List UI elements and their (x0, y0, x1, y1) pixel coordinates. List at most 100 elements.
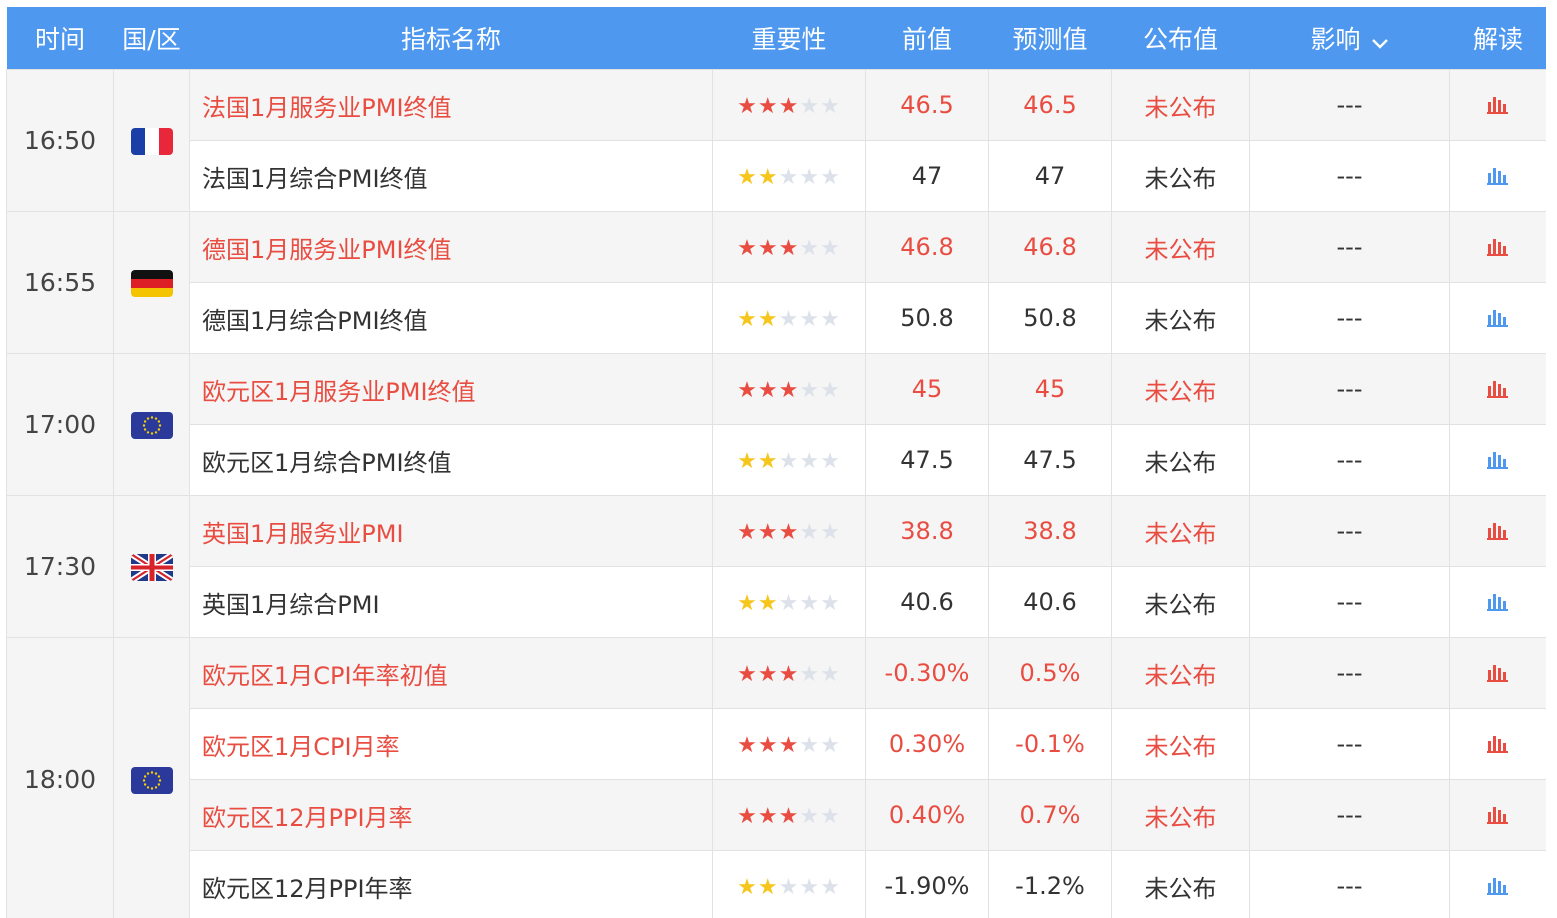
star-icon: ★ (737, 307, 758, 332)
importance-stars: ★★★★★ (712, 140, 866, 212)
interpretation-cell[interactable] (1449, 566, 1546, 638)
header-impact-dropdown[interactable]: 影响 (1249, 7, 1450, 70)
eu-flag-icon (130, 411, 173, 439)
previous-value: 0.40% (865, 779, 989, 851)
forecast-value: -1.2% (988, 850, 1112, 918)
bar-chart-icon[interactable] (1487, 163, 1509, 191)
actual-value: 未公布 (1111, 850, 1250, 918)
indicator-name[interactable]: 欧元区1月综合PMI终值 (189, 424, 713, 496)
interpretation-cell[interactable] (1449, 495, 1546, 567)
interpretation-cell[interactable] (1449, 424, 1546, 496)
star-icon: ★ (820, 307, 841, 332)
star-icon: ★ (820, 875, 841, 900)
forecast-value: 0.7% (988, 779, 1112, 851)
interpretation-cell[interactable] (1449, 353, 1546, 425)
event-time: 18:00 (6, 637, 114, 918)
impact-value: --- (1249, 637, 1450, 709)
header-forecast: 预测值 (988, 7, 1112, 70)
header-impact-label: 影响 (1310, 25, 1361, 54)
indicator-name[interactable]: 欧元区12月PPI月率 (189, 779, 713, 851)
star-icon: ★ (799, 236, 821, 261)
actual-value: 未公布 (1111, 708, 1250, 780)
bar-chart-icon[interactable] (1487, 92, 1509, 120)
star-icon: ★ (820, 165, 841, 190)
interpretation-cell[interactable] (1449, 779, 1546, 851)
bar-chart-icon[interactable] (1487, 589, 1509, 617)
actual-value: 未公布 (1111, 779, 1250, 851)
star-icon: ★ (757, 165, 779, 190)
forecast-value: 47 (988, 140, 1112, 212)
star-icon: ★ (737, 449, 758, 474)
indicator-name[interactable]: 欧元区1月CPI年率初值 (189, 637, 713, 709)
previous-value: 47 (865, 140, 989, 212)
table-row[interactable]: 德国1月综合PMI终值 ★★★★★ 50.8 50.8 未公布 --- (7, 282, 1546, 354)
interpretation-cell[interactable] (1449, 708, 1546, 780)
header-previous: 前值 (865, 7, 989, 70)
indicator-name[interactable]: 英国1月服务业PMI (189, 495, 713, 567)
indicator-name[interactable]: 德国1月综合PMI终值 (189, 282, 713, 354)
star-icon: ★ (737, 591, 758, 616)
impact-value: --- (1249, 708, 1450, 780)
bar-chart-icon[interactable] (1487, 660, 1509, 688)
forecast-value: -0.1% (988, 708, 1112, 780)
interpretation-cell[interactable] (1449, 850, 1546, 918)
indicator-name[interactable]: 法国1月服务业PMI终值 (189, 69, 713, 141)
header-interpretation: 解读 (1449, 7, 1546, 70)
actual-value: 未公布 (1111, 495, 1250, 567)
table-row[interactable]: 16:50 法国1月服务业PMI终值 ★★★★★ 46.5 46.5 未公布 --- (6, 69, 1546, 212)
interpretation-cell[interactable] (1449, 211, 1546, 283)
bar-chart-icon[interactable] (1487, 518, 1509, 546)
interpretation-cell[interactable] (1449, 140, 1546, 212)
table-row[interactable]: 17:30 英国1月服务业PMI ★★★★★ 38.8 38.8 未公布 --- (6, 495, 1546, 638)
impact-value: --- (1249, 850, 1450, 918)
forecast-value: 40.6 (988, 566, 1112, 638)
star-icon: ★ (737, 165, 758, 190)
interpretation-cell[interactable] (1449, 637, 1546, 709)
germany-flag-icon (130, 269, 173, 297)
indicator-name[interactable]: 欧元区1月CPI月率 (189, 708, 713, 780)
indicator-name[interactable]: 欧元区12月PPI年率 (189, 850, 713, 918)
star-icon: ★ (799, 520, 821, 545)
interpretation-cell[interactable] (1449, 282, 1546, 354)
previous-value: 0.30% (865, 708, 989, 780)
bar-chart-icon[interactable] (1487, 376, 1509, 404)
table-row[interactable]: 欧元区12月PPI年率 ★★★★★ -1.90% -1.2% 未公布 --- (7, 850, 1546, 918)
bar-chart-icon[interactable] (1487, 873, 1509, 901)
forecast-value: 45 (988, 353, 1112, 425)
previous-value: 38.8 (865, 495, 989, 567)
importance-stars: ★★★★★ (712, 282, 866, 354)
indicator-name[interactable]: 法国1月综合PMI终值 (189, 140, 713, 212)
bar-chart-icon[interactable] (1487, 447, 1509, 475)
star-icon: ★ (778, 804, 800, 829)
table-row[interactable]: 英国1月综合PMI ★★★★★ 40.6 40.6 未公布 --- (7, 566, 1546, 638)
star-icon: ★ (799, 733, 821, 758)
importance-stars: ★★★★★ (712, 566, 866, 638)
table-row[interactable]: 17:00 欧元区1月服务业PMI终值 ★★★★★ 45 45 未公布 --- (6, 353, 1546, 496)
header-region: 国/区 (113, 7, 190, 70)
star-icon: ★ (757, 378, 779, 403)
table-row[interactable]: 16:55 德国1月服务业PMI终值 ★★★★★ 46.8 46.8 未公布 --- (6, 211, 1546, 354)
table-row[interactable]: 欧元区12月PPI月率 ★★★★★ 0.40% 0.7% 未公布 --- (7, 779, 1546, 851)
table-row[interactable]: 欧元区1月CPI月率 ★★★★★ 0.30% -0.1% 未公布 --- (7, 708, 1546, 780)
star-icon: ★ (820, 378, 841, 403)
importance-stars: ★★★★★ (712, 637, 866, 709)
bar-chart-icon[interactable] (1487, 234, 1509, 262)
star-icon: ★ (757, 94, 779, 119)
star-icon: ★ (820, 662, 841, 687)
event-time: 16:55 (6, 211, 114, 354)
forecast-value: 0.5% (988, 637, 1112, 709)
previous-value: 46.5 (865, 69, 989, 141)
bar-chart-icon[interactable] (1487, 802, 1509, 830)
indicator-name[interactable]: 英国1月综合PMI (189, 566, 713, 638)
indicator-name[interactable]: 德国1月服务业PMI终值 (189, 211, 713, 283)
importance-stars: ★★★★★ (712, 495, 866, 567)
table-row[interactable]: 欧元区1月综合PMI终值 ★★★★★ 47.5 47.5 未公布 --- (7, 424, 1546, 496)
forecast-value: 47.5 (988, 424, 1112, 496)
indicator-name[interactable]: 欧元区1月服务业PMI终值 (189, 353, 713, 425)
interpretation-cell[interactable] (1449, 69, 1546, 141)
bar-chart-icon[interactable] (1487, 305, 1509, 333)
bar-chart-icon[interactable] (1487, 731, 1509, 759)
table-row[interactable]: 法国1月综合PMI终值 ★★★★★ 47 47 未公布 --- (7, 140, 1546, 212)
star-icon: ★ (778, 449, 800, 474)
table-row[interactable]: 18:00 欧元区1月CPI年率初值 ★★★★★ -0.30% 0.5% 未公布 --- (6, 637, 1546, 918)
